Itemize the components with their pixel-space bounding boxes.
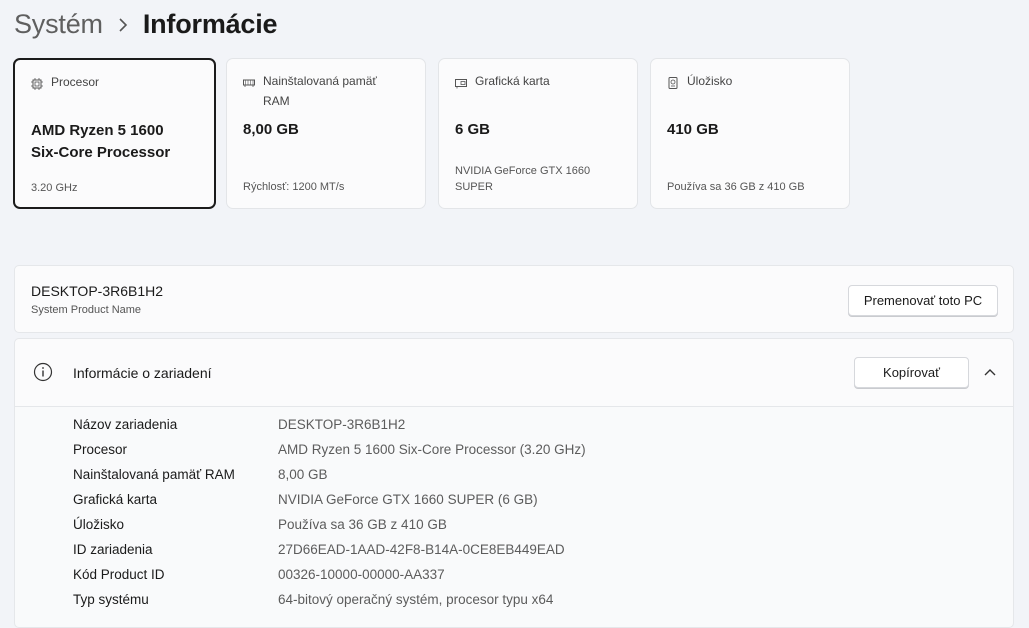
card-sub: 3.20 GHz (31, 182, 78, 194)
rename-pc-button[interactable]: Premenovať toto PC (848, 285, 998, 316)
info-key: Typ systému (73, 592, 149, 607)
chip-icon (31, 77, 43, 90)
info-key: Grafická karta (73, 492, 158, 507)
breadcrumb-parent[interactable]: Systém (14, 9, 103, 40)
copy-button[interactable]: Kopírovať (854, 357, 969, 388)
chevron-right-icon (103, 14, 143, 35)
info-row: Úložisko Používa sa 36 GB z 410 GB (73, 515, 973, 540)
ram-icon (243, 76, 255, 88)
info-value: 00326-10000-00000-AA337 (278, 567, 445, 582)
pc-name: DESKTOP-3R6B1H2 (31, 283, 164, 299)
info-value: 27D66EAD-1AAD-42F8-B14A-0CE8EB449EAD (278, 542, 565, 557)
info-key: Úložisko (73, 517, 125, 532)
card-sub: Používa sa 36 GB z 410 GB (667, 181, 805, 193)
card-ram[interactable]: Nainštalovaná pamäť RAM 8,00 GB Rýchlosť… (226, 58, 426, 209)
info-key: Kód Product ID (73, 567, 165, 582)
card-label: Grafická karta (475, 74, 550, 88)
info-value: DESKTOP-3R6B1H2 (278, 417, 406, 432)
info-key: Názov zariadenia (73, 417, 178, 432)
card-label: Úložisko (687, 74, 733, 88)
card-sub: Rýchlosť: 1200 MT/s (243, 181, 345, 193)
info-icon (33, 362, 53, 382)
info-value: 64-bitový operačný systém, procesor typu… (278, 592, 554, 607)
info-row: Procesor AMD Ryzen 5 1600 Six-Core Proces… (73, 440, 973, 465)
card-storage[interactable]: Úložisko 410 GB Používa sa 36 GB z 410 G… (650, 58, 850, 209)
card-sub: NVIDIA GeForce GTX 1660 (455, 165, 591, 177)
gpu-icon (455, 76, 467, 89)
page-title: Informácie (142, 8, 278, 39)
info-key: Nainštalovaná pamäť RAM (73, 467, 235, 482)
info-row: Názov zariadenia DESKTOP-3R6B1H2 (73, 415, 973, 440)
info-key: ID zariadenia (73, 542, 153, 557)
info-row: ID zariadenia 27D66EAD-1AAD-42F8-B14A-0CE… (73, 540, 973, 565)
card-sub-line2: SUPER (455, 181, 493, 193)
storage-icon (667, 76, 679, 89)
device-info-header[interactable]: Informácie o zariadení Kopírovať (15, 339, 1013, 407)
card-value: 8,00 GB (243, 121, 299, 138)
pc-name-panel: DESKTOP-3R6B1H2 System Product Name Prem… (14, 265, 1014, 333)
info-row: Nainštalovaná pamäť RAM 8,00 GB (73, 465, 973, 490)
device-info-panel: Informácie o zariadení Kopírovať Názov z… (14, 338, 1014, 628)
info-value: Používa sa 36 GB z 410 GB (278, 517, 447, 532)
card-value: 6 GB (455, 121, 491, 138)
breadcrumb: Systém Informácie (14, 4, 278, 44)
device-info-title: Informácie o zariadení (73, 365, 212, 381)
card-label: Nainštalovaná pamäť RAM (263, 74, 377, 108)
info-value: 8,00 GB (278, 467, 328, 482)
pc-product-name: System Product Name (31, 304, 142, 316)
card-value: AMD Ryzen 5 1600 (31, 122, 164, 139)
info-row: Kód Product ID 00326-10000-00000-AA337 (73, 565, 973, 590)
card-value: 410 GB (667, 121, 719, 138)
card-value-line2: Six-Core Processor (31, 144, 171, 161)
info-row: Typ systému 64-bitový operačný systém, pr… (73, 590, 973, 615)
card-processor[interactable]: Procesor AMD Ryzen 5 1600 Six-Core Proce… (13, 58, 216, 209)
info-value: NVIDIA GeForce GTX 1660 SUPER (6 GB) (278, 492, 538, 507)
info-row: Grafická karta NVIDIA GeForce GTX 1660 SU… (73, 490, 973, 515)
card-gpu[interactable]: Grafická karta 6 GB NVIDIA GeForce GTX 1… (438, 58, 638, 209)
chevron-up-icon[interactable] (983, 365, 997, 379)
info-value: AMD Ryzen 5 1600 Six-Core Processor (3.2… (278, 442, 586, 457)
info-key: Procesor (73, 442, 128, 457)
card-label: Procesor (51, 75, 100, 89)
